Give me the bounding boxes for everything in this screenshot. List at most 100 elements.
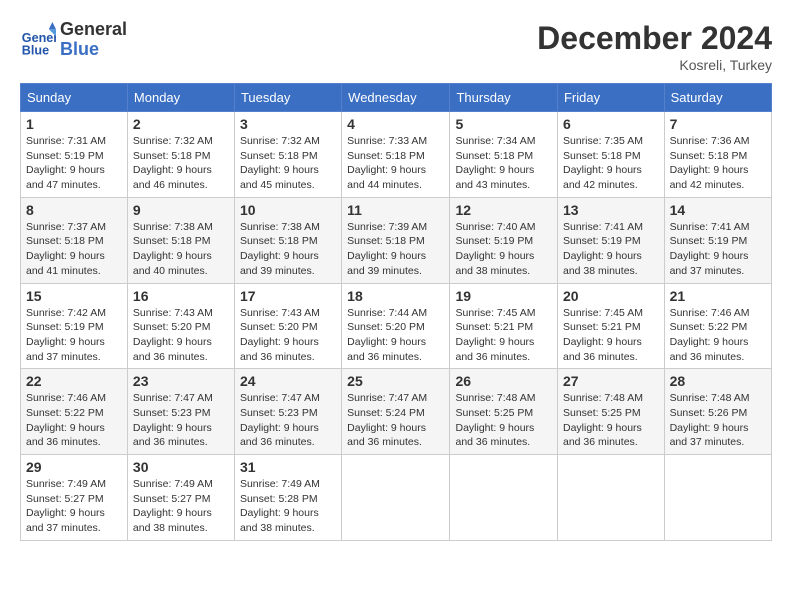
day-info: Sunrise: 7:48 AMSunset: 5:25 PMDaylight:… [455,392,535,448]
logo-icon: General Blue [20,22,56,58]
calendar-cell: 31 Sunrise: 7:49 AMSunset: 5:28 PMDaylig… [234,455,341,541]
day-info: Sunrise: 7:42 AMSunset: 5:19 PMDaylight:… [26,307,106,363]
svg-text:Blue: Blue [22,43,49,57]
day-info: Sunrise: 7:45 AMSunset: 5:21 PMDaylight:… [455,307,535,363]
day-info: Sunrise: 7:48 AMSunset: 5:25 PMDaylight:… [563,392,643,448]
day-number: 23 [133,373,229,389]
calendar-cell: 1 Sunrise: 7:31 AMSunset: 5:19 PMDayligh… [21,112,128,198]
day-info: Sunrise: 7:43 AMSunset: 5:20 PMDaylight:… [133,307,213,363]
day-info: Sunrise: 7:35 AMSunset: 5:18 PMDaylight:… [563,135,643,191]
calendar-cell: 9 Sunrise: 7:38 AMSunset: 5:18 PMDayligh… [127,197,234,283]
logo-line2: Blue [60,40,127,60]
day-number: 30 [133,459,229,475]
day-info: Sunrise: 7:48 AMSunset: 5:26 PMDaylight:… [670,392,750,448]
day-info: Sunrise: 7:32 AMSunset: 5:18 PMDaylight:… [240,135,320,191]
calendar-cell: 10 Sunrise: 7:38 AMSunset: 5:18 PMDaylig… [234,197,341,283]
calendar-cell: 20 Sunrise: 7:45 AMSunset: 5:21 PMDaylig… [557,283,664,369]
day-number: 13 [563,202,659,218]
day-number: 3 [240,116,336,132]
calendar-cell: 3 Sunrise: 7:32 AMSunset: 5:18 PMDayligh… [234,112,341,198]
location-subtitle: Kosreli, Turkey [537,57,772,73]
day-of-week-header: Thursday [450,84,558,112]
day-info: Sunrise: 7:43 AMSunset: 5:20 PMDaylight:… [240,307,320,363]
day-number: 12 [455,202,552,218]
day-info: Sunrise: 7:36 AMSunset: 5:18 PMDaylight:… [670,135,750,191]
day-number: 19 [455,288,552,304]
calendar-week-row: 1 Sunrise: 7:31 AMSunset: 5:19 PMDayligh… [21,112,772,198]
calendar-cell [557,455,664,541]
day-number: 25 [347,373,444,389]
day-number: 16 [133,288,229,304]
calendar-cell: 8 Sunrise: 7:37 AMSunset: 5:18 PMDayligh… [21,197,128,283]
day-number: 21 [670,288,766,304]
calendar-cell: 30 Sunrise: 7:49 AMSunset: 5:27 PMDaylig… [127,455,234,541]
day-of-week-header: Friday [557,84,664,112]
calendar-week-row: 8 Sunrise: 7:37 AMSunset: 5:18 PMDayligh… [21,197,772,283]
day-info: Sunrise: 7:37 AMSunset: 5:18 PMDaylight:… [26,221,106,277]
calendar-cell: 21 Sunrise: 7:46 AMSunset: 5:22 PMDaylig… [664,283,771,369]
calendar-cell: 14 Sunrise: 7:41 AMSunset: 5:19 PMDaylig… [664,197,771,283]
day-info: Sunrise: 7:31 AMSunset: 5:19 PMDaylight:… [26,135,106,191]
day-of-week-header: Monday [127,84,234,112]
day-info: Sunrise: 7:34 AMSunset: 5:18 PMDaylight:… [455,135,535,191]
day-number: 22 [26,373,122,389]
logo-line1: General [60,20,127,40]
day-info: Sunrise: 7:45 AMSunset: 5:21 PMDaylight:… [563,307,643,363]
calendar-week-row: 29 Sunrise: 7:49 AMSunset: 5:27 PMDaylig… [21,455,772,541]
calendar-cell: 24 Sunrise: 7:47 AMSunset: 5:23 PMDaylig… [234,369,341,455]
day-info: Sunrise: 7:38 AMSunset: 5:18 PMDaylight:… [133,221,213,277]
calendar-cell: 5 Sunrise: 7:34 AMSunset: 5:18 PMDayligh… [450,112,558,198]
day-number: 24 [240,373,336,389]
day-info: Sunrise: 7:40 AMSunset: 5:19 PMDaylight:… [455,221,535,277]
day-of-week-header: Sunday [21,84,128,112]
calendar-cell: 17 Sunrise: 7:43 AMSunset: 5:20 PMDaylig… [234,283,341,369]
calendar-cell: 7 Sunrise: 7:36 AMSunset: 5:18 PMDayligh… [664,112,771,198]
day-number: 26 [455,373,552,389]
day-info: Sunrise: 7:47 AMSunset: 5:24 PMDaylight:… [347,392,427,448]
day-number: 20 [563,288,659,304]
calendar-body: 1 Sunrise: 7:31 AMSunset: 5:19 PMDayligh… [21,112,772,541]
calendar-cell: 2 Sunrise: 7:32 AMSunset: 5:18 PMDayligh… [127,112,234,198]
day-number: 29 [26,459,122,475]
day-of-week-header: Saturday [664,84,771,112]
day-number: 14 [670,202,766,218]
day-of-week-header: Tuesday [234,84,341,112]
day-number: 15 [26,288,122,304]
page-header: General Blue General Blue December 2024 … [20,20,772,73]
calendar-cell: 26 Sunrise: 7:48 AMSunset: 5:25 PMDaylig… [450,369,558,455]
day-info: Sunrise: 7:32 AMSunset: 5:18 PMDaylight:… [133,135,213,191]
day-info: Sunrise: 7:41 AMSunset: 5:19 PMDaylight:… [563,221,643,277]
calendar-cell: 16 Sunrise: 7:43 AMSunset: 5:20 PMDaylig… [127,283,234,369]
calendar-cell [342,455,450,541]
day-info: Sunrise: 7:49 AMSunset: 5:28 PMDaylight:… [240,478,320,534]
title-block: December 2024 Kosreli, Turkey [537,20,772,73]
calendar-cell: 6 Sunrise: 7:35 AMSunset: 5:18 PMDayligh… [557,112,664,198]
calendar-cell [664,455,771,541]
day-number: 1 [26,116,122,132]
day-number: 27 [563,373,659,389]
calendar-cell: 13 Sunrise: 7:41 AMSunset: 5:19 PMDaylig… [557,197,664,283]
calendar-cell: 23 Sunrise: 7:47 AMSunset: 5:23 PMDaylig… [127,369,234,455]
calendar-cell: 15 Sunrise: 7:42 AMSunset: 5:19 PMDaylig… [21,283,128,369]
day-info: Sunrise: 7:47 AMSunset: 5:23 PMDaylight:… [133,392,213,448]
day-number: 6 [563,116,659,132]
day-info: Sunrise: 7:44 AMSunset: 5:20 PMDaylight:… [347,307,427,363]
calendar-cell: 18 Sunrise: 7:44 AMSunset: 5:20 PMDaylig… [342,283,450,369]
calendar-cell: 29 Sunrise: 7:49 AMSunset: 5:27 PMDaylig… [21,455,128,541]
day-info: Sunrise: 7:46 AMSunset: 5:22 PMDaylight:… [670,307,750,363]
logo: General Blue General Blue [20,20,127,60]
day-number: 5 [455,116,552,132]
calendar-cell: 11 Sunrise: 7:39 AMSunset: 5:18 PMDaylig… [342,197,450,283]
calendar-cell [450,455,558,541]
logo-text: General Blue [60,20,127,60]
day-info: Sunrise: 7:39 AMSunset: 5:18 PMDaylight:… [347,221,427,277]
month-title: December 2024 [537,20,772,57]
day-number: 11 [347,202,444,218]
day-info: Sunrise: 7:33 AMSunset: 5:18 PMDaylight:… [347,135,427,191]
day-info: Sunrise: 7:38 AMSunset: 5:18 PMDaylight:… [240,221,320,277]
day-number: 10 [240,202,336,218]
day-number: 31 [240,459,336,475]
day-number: 9 [133,202,229,218]
day-number: 7 [670,116,766,132]
calendar-cell: 27 Sunrise: 7:48 AMSunset: 5:25 PMDaylig… [557,369,664,455]
